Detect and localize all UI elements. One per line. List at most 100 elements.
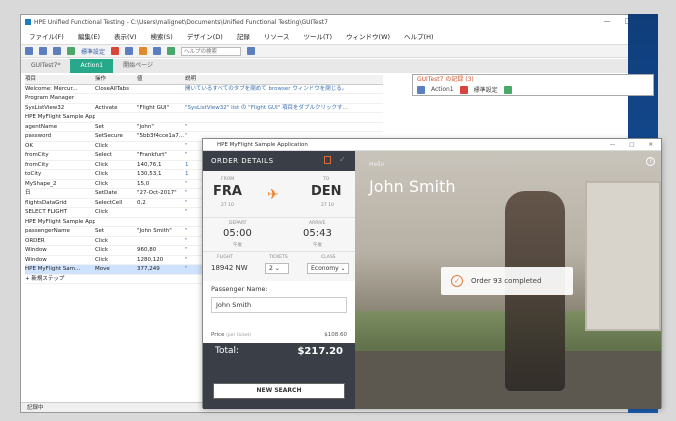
cell-item[interactable]: Welcome: Mercur... bbox=[25, 85, 95, 94]
menu-file[interactable]: ファイル(F) bbox=[29, 31, 64, 41]
cell-value[interactable]: "Frankfurt" bbox=[137, 151, 185, 160]
cell-operation[interactable]: Click bbox=[95, 161, 137, 170]
cell-operation[interactable]: Click bbox=[95, 142, 137, 151]
tickets-select[interactable]: 2 ⌄ bbox=[265, 263, 289, 274]
cell-item[interactable]: ORDER bbox=[25, 237, 95, 246]
cell-operation[interactable]: SelectCell bbox=[95, 199, 137, 208]
cell-value[interactable]: "John Smith" bbox=[137, 227, 185, 236]
cell-operation[interactable]: Set bbox=[95, 123, 137, 132]
cell-item[interactable]: HPE MyFlight Sample Applicatio_2 bbox=[25, 218, 95, 227]
cell-description[interactable]: "SysListView32" list の "Flight GUI" 項目をダ… bbox=[185, 104, 383, 113]
object-repository-icon[interactable] bbox=[139, 47, 148, 55]
menu-window[interactable]: ウィンドウ(W) bbox=[346, 31, 390, 41]
setting-dropdown[interactable]: 標準設定 bbox=[81, 47, 105, 56]
cell-item[interactable]: toCity bbox=[25, 170, 95, 179]
cell-operation[interactable] bbox=[95, 218, 137, 227]
cell-operation[interactable]: Click bbox=[95, 256, 137, 265]
cell-operation[interactable]: Select bbox=[95, 151, 137, 160]
cell-value[interactable]: "5bb3f4cce1a7... bbox=[137, 132, 185, 141]
step-icon[interactable] bbox=[167, 47, 176, 55]
menu-record[interactable]: 記録 bbox=[237, 31, 250, 41]
minimize-button[interactable]: — bbox=[604, 17, 611, 25]
help-search-input[interactable]: ヘルプの検索 bbox=[181, 46, 242, 56]
help-icon[interactable]: ? bbox=[646, 157, 655, 166]
cell-item[interactable]: password bbox=[25, 132, 95, 141]
cell-item[interactable]: OK bbox=[25, 142, 95, 151]
cell-item[interactable]: 日 bbox=[25, 189, 95, 198]
record-icon[interactable] bbox=[111, 47, 120, 55]
new-search-button[interactable]: NEW SEARCH bbox=[213, 383, 345, 399]
record-panel-action[interactable]: Action1 bbox=[431, 86, 454, 93]
cell-description[interactable]: " bbox=[185, 123, 383, 132]
cell-item[interactable]: fromCity bbox=[25, 151, 95, 160]
cell-value[interactable]: 130,53,1 bbox=[137, 170, 185, 179]
column-operation[interactable]: 操作 bbox=[95, 75, 137, 84]
cell-item[interactable]: HPE MyFlight Sam... bbox=[25, 265, 95, 274]
cell-operation[interactable]: Click bbox=[95, 180, 137, 189]
search-icon[interactable] bbox=[247, 47, 256, 55]
column-value[interactable]: 値 bbox=[137, 75, 185, 84]
cell-operation[interactable]: CloseAllTabs bbox=[95, 85, 137, 94]
cell-value[interactable]: 0,2 bbox=[137, 199, 185, 208]
cell-operation[interactable]: Activate bbox=[95, 104, 137, 113]
cell-value[interactable] bbox=[137, 275, 185, 284]
cell-item[interactable]: MyShape_2 bbox=[25, 180, 95, 189]
open-icon[interactable] bbox=[39, 47, 47, 55]
record-panel-icon[interactable] bbox=[417, 85, 425, 94]
cell-operation[interactable]: Click bbox=[95, 170, 137, 179]
cell-value[interactable] bbox=[137, 94, 185, 103]
menu-edit[interactable]: 編集(E) bbox=[78, 31, 100, 41]
cell-operation[interactable] bbox=[95, 275, 137, 284]
trash-icon[interactable] bbox=[324, 156, 331, 164]
menu-tools[interactable]: ツール(T) bbox=[304, 31, 333, 41]
cell-value[interactable] bbox=[137, 218, 185, 227]
record-stop-icon[interactable] bbox=[459, 85, 468, 94]
cell-item[interactable]: Program Manager bbox=[25, 94, 95, 103]
cell-operation[interactable]: Set bbox=[95, 227, 137, 236]
cell-description[interactable] bbox=[185, 113, 383, 122]
class-select[interactable]: Economy ⌄ bbox=[307, 263, 349, 274]
cell-operation[interactable]: Click bbox=[95, 208, 137, 217]
table-row[interactable]: Welcome: Mercur... CloseAllTabs 開いているすべてのタ… bbox=[25, 85, 383, 94]
table-row[interactable]: SysListView32 Activate "Flight GUI" "SysLis… bbox=[25, 104, 383, 113]
cell-operation[interactable]: SetSecure bbox=[95, 132, 137, 141]
tab-action1[interactable]: Action1 bbox=[70, 59, 114, 73]
cell-operation[interactable] bbox=[95, 113, 137, 122]
check-icon[interactable]: ✓ bbox=[339, 156, 347, 164]
cell-item[interactable]: agentName bbox=[25, 123, 95, 132]
cell-operation[interactable]: Move bbox=[95, 265, 137, 274]
new-icon[interactable] bbox=[25, 47, 33, 55]
table-row[interactable]: agentName Set "john" " bbox=[25, 123, 383, 132]
menu-design[interactable]: デザイン(D) bbox=[187, 31, 223, 41]
cell-value[interactable]: "Flight GUI" bbox=[137, 104, 185, 113]
column-item[interactable]: 項目 bbox=[25, 75, 95, 84]
tab-guitest7[interactable]: GUITest7* bbox=[21, 59, 70, 73]
table-row[interactable]: HPE MyFlight Sample Applicatio bbox=[25, 113, 383, 123]
record-panel-setting[interactable]: 標準設定 bbox=[474, 85, 498, 94]
menu-resources[interactable]: リソース bbox=[264, 31, 290, 41]
cell-item[interactable]: SysListView32 bbox=[25, 104, 95, 113]
cell-description[interactable] bbox=[185, 94, 383, 103]
cell-item[interactable]: flightsDataGrid bbox=[25, 199, 95, 208]
cell-value[interactable]: 377,249 bbox=[137, 265, 185, 274]
cell-value[interactable] bbox=[137, 113, 185, 122]
tab-start-page[interactable]: 開始ページ bbox=[113, 59, 163, 73]
cell-item[interactable]: fromCity bbox=[25, 161, 95, 170]
cell-item[interactable]: passengerName bbox=[25, 227, 95, 236]
cell-value[interactable] bbox=[137, 237, 185, 246]
menu-search[interactable]: 検索(S) bbox=[151, 31, 173, 41]
run-icon[interactable] bbox=[67, 47, 75, 55]
cell-value[interactable]: 1280,120 bbox=[137, 256, 185, 265]
cell-value[interactable]: "27-Oct-2017" bbox=[137, 189, 185, 198]
cell-item[interactable]: Window bbox=[25, 246, 95, 255]
app-minimize-button[interactable]: — bbox=[610, 139, 616, 151]
app-close-button[interactable]: ✕ bbox=[648, 139, 653, 151]
cell-item[interactable]: + 新規ステップ bbox=[25, 275, 95, 284]
record-step-icon[interactable] bbox=[503, 85, 512, 94]
save-icon[interactable] bbox=[53, 47, 61, 55]
app-maximize-button[interactable]: □ bbox=[629, 139, 634, 151]
menu-view[interactable]: 表示(V) bbox=[114, 31, 137, 41]
cell-value[interactable] bbox=[137, 85, 185, 94]
table-row[interactable]: Program Manager bbox=[25, 94, 383, 104]
cell-value[interactable]: "john" bbox=[137, 123, 185, 132]
